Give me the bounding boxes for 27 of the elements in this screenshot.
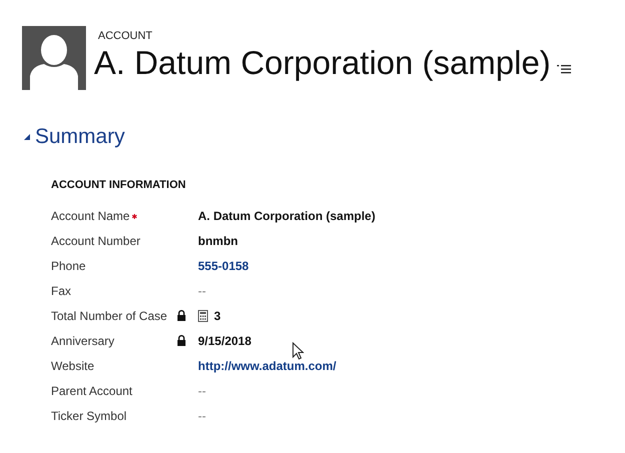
field-label: Parent Account — [51, 384, 132, 398]
field-label: Anniversary — [51, 334, 114, 348]
field-label: Ticker Symbol — [51, 408, 127, 422]
field-label: Account Name — [51, 208, 130, 222]
field-link[interactable]: http://www.adatum.com/ — [198, 358, 336, 372]
calculator-icon — [198, 310, 208, 322]
field-label: Fax — [51, 284, 72, 298]
field-value: -- — [198, 384, 206, 398]
collapse-icon — [24, 134, 30, 140]
avatar-icon — [22, 26, 86, 90]
field-value: A. Datum Corporation (sample) — [198, 208, 376, 222]
field-value: -- — [198, 284, 206, 298]
menu-icon[interactable] — [556, 64, 571, 74]
field-label: Website — [51, 358, 94, 372]
field-value: bnmbn — [198, 234, 238, 248]
record-title: A. Datum Corporation (sample) — [94, 43, 551, 83]
field-value: 9/15/2018 — [198, 334, 252, 348]
pointer-cursor-icon — [292, 342, 304, 360]
field-value: 3 — [214, 308, 221, 322]
field-label: Total Number of Case — [51, 308, 168, 322]
field-label: Phone — [51, 258, 86, 272]
field-value: -- — [198, 408, 206, 422]
group-title: ACCOUNT INFORMATION — [51, 179, 186, 191]
section-toggle[interactable]: Summary — [24, 125, 125, 149]
field-label: Account Number — [51, 234, 140, 248]
field-link[interactable]: 555-0158 — [198, 258, 249, 272]
entity-type-label: ACCOUNT — [98, 30, 154, 43]
